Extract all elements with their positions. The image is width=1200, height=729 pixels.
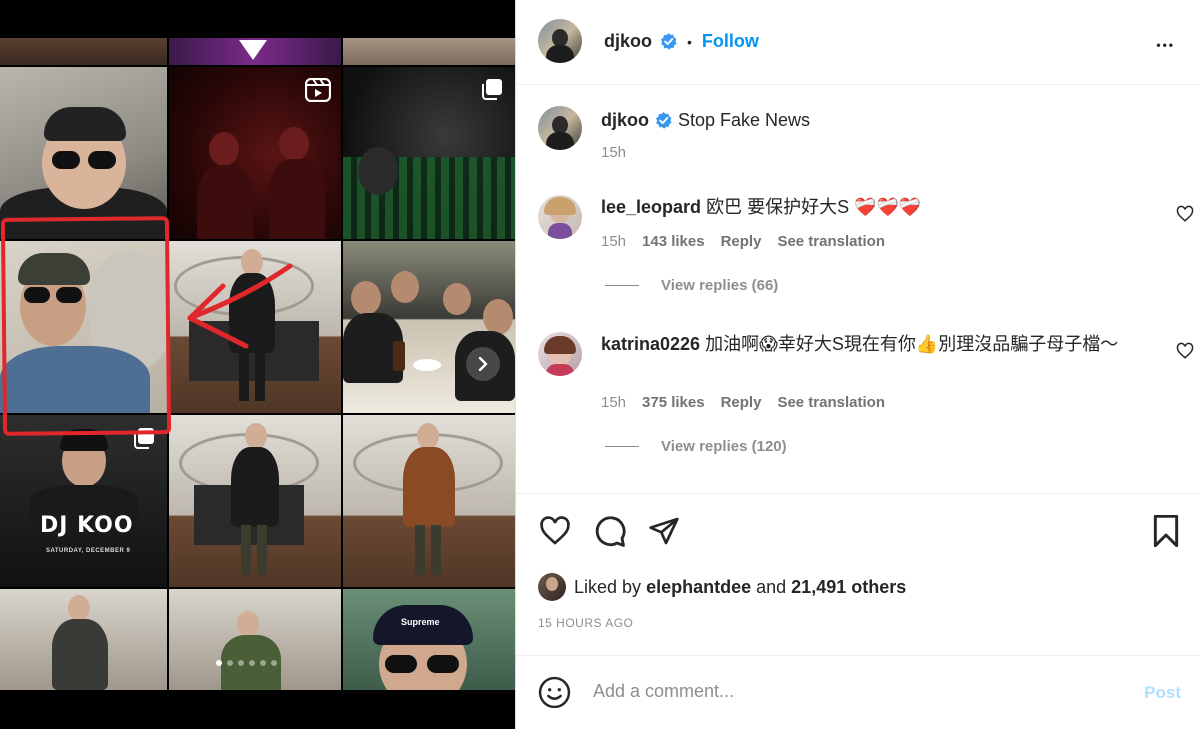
liked-by-username[interactable]: elephantdee	[646, 577, 751, 597]
more-options-icon: •••	[1156, 38, 1175, 52]
comment-timestamp: 15h	[601, 233, 627, 250]
liked-by-prefix: Liked by	[574, 576, 642, 597]
post-actions: Liked by elephantdee and 21,491 others 1…	[516, 493, 1200, 653]
reply-divider	[605, 285, 639, 287]
grid-photo	[0, 589, 167, 690]
likes-summary: Liked by elephantdee and 21,491 others	[538, 573, 906, 601]
grid-photo	[343, 38, 515, 65]
comment-username[interactable]: katrina0226	[601, 334, 700, 354]
avatar[interactable]	[538, 19, 582, 63]
carousel-next-button[interactable]	[466, 347, 500, 381]
comments-section: djkoo Stop Fake News 15h lee_leopard 欧巴 …	[516, 86, 1200, 492]
post-timestamp: 15 HOURS AGO	[538, 616, 634, 630]
comment-item: katrina0226 加油啊😱幸好大S現在有你👍別理沒品騙子母子檔～ 15h …	[538, 328, 1194, 458]
like-heart-icon[interactable]	[538, 515, 572, 547]
comment-like-heart-icon[interactable]	[1176, 205, 1194, 223]
grid-photo-standing-man-2	[169, 415, 341, 587]
avatar[interactable]	[538, 573, 566, 601]
more-options-button[interactable]: •••	[1156, 28, 1175, 56]
post-caption: djkoo Stop Fake News 15h	[538, 104, 1178, 174]
see-translation-button[interactable]: See translation	[777, 394, 885, 411]
comment-text: 欧巴 要保护好大S ❤️‍🩹❤️‍🩹❤️‍🩹	[706, 197, 922, 217]
header-separator: •	[687, 33, 692, 50]
add-comment-bar: Add a comment... Post	[516, 655, 1200, 729]
post-author-username[interactable]: djkoo	[604, 31, 652, 52]
view-replies-label: View replies (120)	[661, 438, 787, 455]
comment-like-heart-icon[interactable]	[1176, 342, 1194, 360]
caption-username[interactable]: djkoo	[601, 108, 649, 132]
comment-likes-count[interactable]: 375 likes	[642, 394, 705, 411]
comment-text: 加油啊😱幸好大S現在有你👍別理沒品騙子母子檔～	[705, 334, 1119, 354]
event-date-text: SATURDAY, DECEMBER 9	[46, 548, 131, 554]
see-translation-button[interactable]: See translation	[777, 233, 885, 250]
comment-timestamp: 15h	[601, 394, 627, 411]
view-replies-button[interactable]: View replies (120)	[605, 438, 787, 456]
red-arrow-annotation	[178, 258, 298, 363]
instagram-post-window: DJ KOO SATURDAY, DECEMBER 9 Supreme djko…	[0, 0, 1200, 729]
comment-likes-count[interactable]: 143 likes	[642, 233, 705, 250]
carousel-dot	[249, 660, 255, 666]
comment-username[interactable]: lee_leopard	[601, 197, 701, 217]
comment-bubble-icon[interactable]	[593, 515, 627, 549]
share-paper-plane-icon[interactable]	[648, 515, 680, 547]
post-comment-button[interactable]: Post	[1144, 683, 1181, 703]
liked-by-and: and	[756, 576, 787, 597]
grid-photo-brown-jacket	[343, 415, 515, 587]
grid-photo-selfie-plane	[0, 67, 167, 239]
chevron-right-icon	[478, 357, 488, 371]
verified-badge-icon	[661, 33, 677, 50]
reel-icon	[304, 77, 332, 107]
djkoo-logo-text: DJ KOO	[40, 513, 134, 538]
avatar[interactable]	[538, 332, 582, 376]
grid-photo-dinner-group	[343, 241, 515, 413]
carousel-dot	[271, 660, 277, 666]
reply-button[interactable]: Reply	[721, 233, 762, 250]
avatar[interactable]	[538, 106, 582, 150]
red-highlight-box	[0, 216, 172, 436]
grid-photo	[169, 38, 341, 65]
grid-photo-supreme-cap: Supreme	[343, 589, 515, 690]
liked-by-others[interactable]: 21,491 others	[791, 577, 906, 597]
post-header: djkoo • Follow •••	[516, 0, 1200, 85]
comment-input[interactable]: Add a comment...	[593, 681, 734, 702]
verified-badge-icon	[656, 111, 672, 129]
avatar[interactable]	[538, 195, 582, 239]
caption-timestamp: 15h	[601, 144, 627, 161]
view-replies-label: View replies (66)	[661, 277, 779, 294]
view-replies-button[interactable]: View replies (66)	[605, 277, 778, 295]
caption-text: Stop Fake News	[678, 110, 811, 130]
multi-photo-icon	[481, 78, 503, 105]
media-bottom-bar	[0, 690, 515, 729]
post-details-panel: djkoo • Follow ••• djkoo Stop Fake News …	[515, 0, 1200, 729]
emoji-smiley-icon[interactable]	[538, 676, 571, 709]
carousel-dot	[238, 660, 244, 666]
comment-item: lee_leopard 欧巴 要保护好大S ❤️‍🩹❤️‍🩹❤️‍🩹 15h 1…	[538, 191, 1194, 301]
carousel-dot	[227, 660, 233, 666]
grid-photo	[0, 38, 167, 65]
save-bookmark-icon[interactable]	[1151, 515, 1181, 547]
post-media-carousel[interactable]: DJ KOO SATURDAY, DECEMBER 9 Supreme	[0, 0, 515, 729]
grid-photo	[169, 589, 341, 690]
reply-divider	[605, 446, 639, 448]
carousel-dot	[260, 660, 266, 666]
carousel-indicator	[216, 660, 277, 666]
reply-button[interactable]: Reply	[721, 394, 762, 411]
carousel-dot	[216, 660, 222, 666]
follow-button[interactable]: Follow	[702, 31, 759, 52]
